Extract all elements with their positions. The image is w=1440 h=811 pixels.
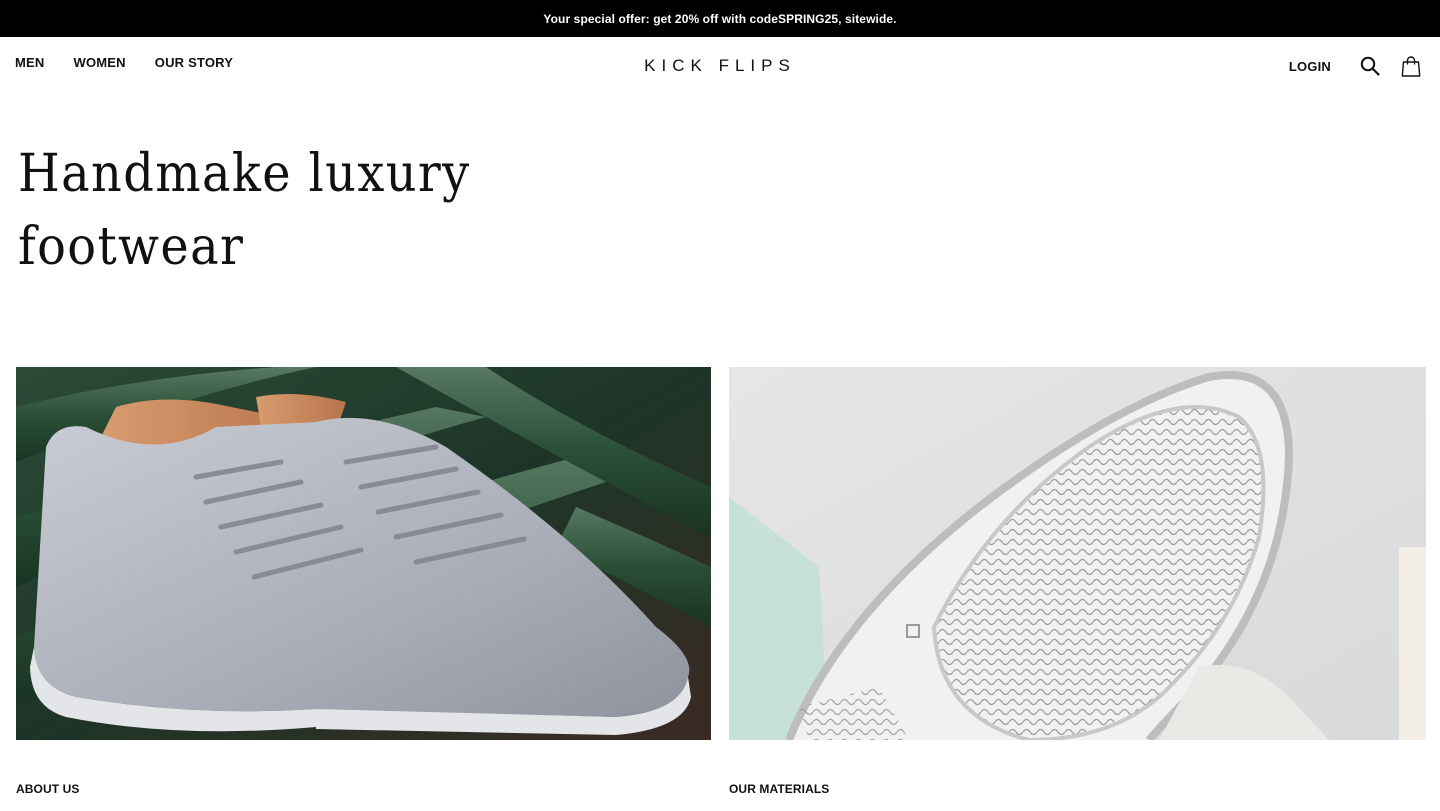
search-icon[interactable] xyxy=(1359,54,1381,78)
promo-code: SPRING25 xyxy=(777,11,839,26)
main-navigation: MEN WOMEN OUR STORY KICK FLIPS LOGIN xyxy=(0,37,1440,97)
promo-suffix: , sitewide. xyxy=(838,11,897,26)
login-link[interactable]: LOGIN xyxy=(1289,59,1331,74)
our-materials-image[interactable] xyxy=(729,367,1426,740)
our-materials-caption[interactable]: OUR MATERIALS xyxy=(729,782,829,796)
brand-logo[interactable]: KICK FLIPS xyxy=(0,56,1440,76)
hero-title: Handmake luxury footwear xyxy=(18,144,471,277)
promo-banner: Your special offer: get 20% off with cod… xyxy=(0,0,1440,37)
shopping-bag-icon[interactable] xyxy=(1400,54,1422,78)
about-us-image[interactable] xyxy=(16,367,711,740)
promo-text: Your special offer: get 20% off with cod… xyxy=(543,11,778,26)
about-us-caption[interactable]: ABOUT US xyxy=(16,782,79,796)
account-actions: LOGIN xyxy=(1289,54,1422,78)
